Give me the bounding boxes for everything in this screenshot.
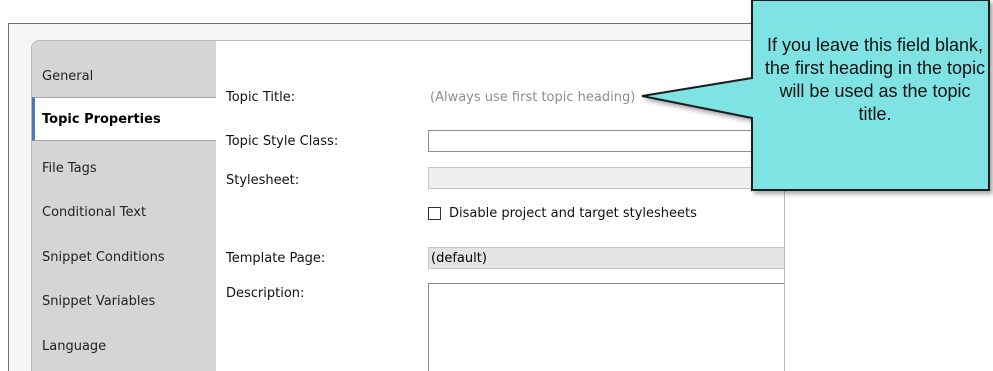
callout-text: If you leave this field blank, the first… xyxy=(764,35,986,124)
